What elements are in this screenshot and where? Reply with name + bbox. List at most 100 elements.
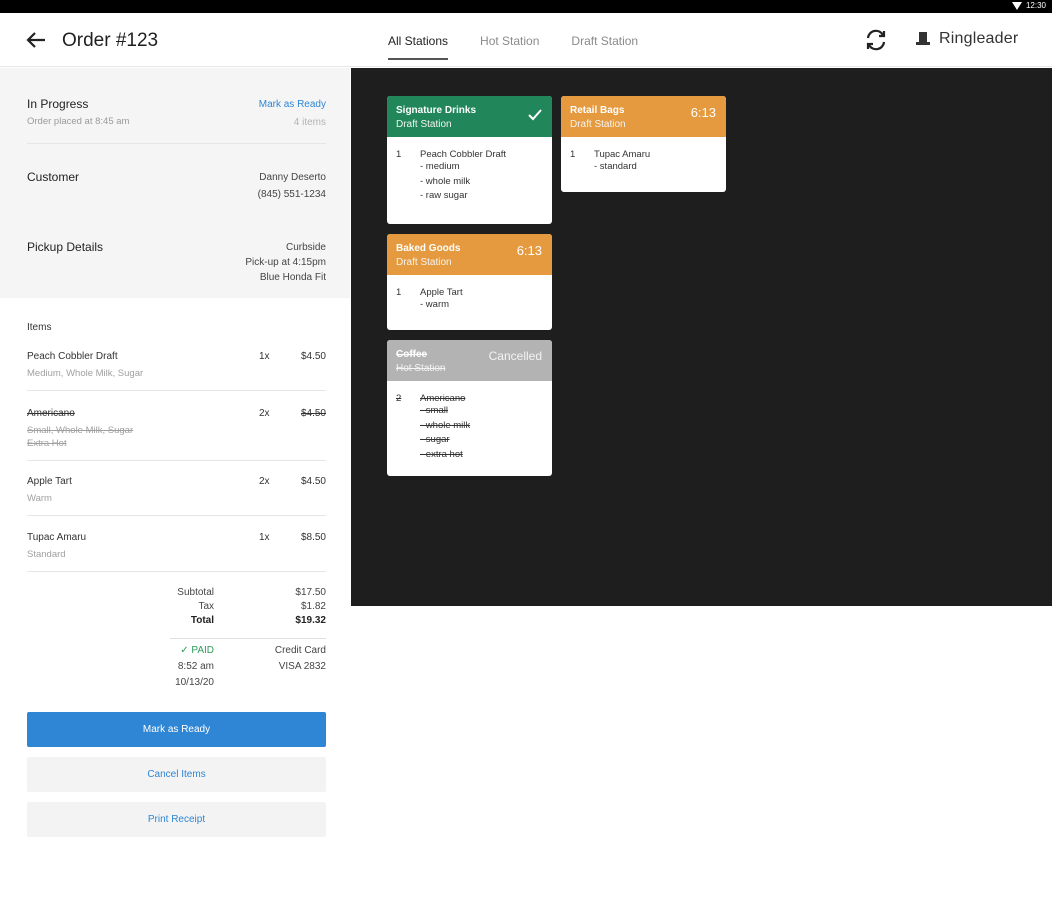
ticket-item-modifier: - standard (594, 161, 637, 172)
list-item[interactable]: Tupac Amaru Standard 1x $8.50 (27, 532, 326, 561)
item-modifiers-line: Extra Hot (27, 438, 67, 449)
items-label: Items (27, 322, 52, 333)
divider (27, 460, 326, 461)
system-status-bar: 12:30 (0, 0, 1052, 13)
check-icon: ✓ (180, 645, 192, 656)
ticket-signature-drinks[interactable]: Signature Drinks Draft Station 1 Peach C… (387, 96, 552, 224)
ticket-body: 2 Americano - small - whole milk - sugar… (387, 381, 552, 470)
paid-date: 10/13/20 (175, 677, 214, 688)
ticket-item-modifier: - raw sugar (420, 190, 468, 201)
ticket-item-qty: 1 (396, 149, 402, 160)
subtotal-value: $17.50 (295, 587, 326, 598)
list-item[interactable]: Peach Cobbler Draft Medium, Whole Milk, … (27, 351, 326, 380)
ticket-retail-bags[interactable]: Retail Bags Draft Station 6:13 1 Tupac A… (561, 96, 726, 192)
tax-value: $1.82 (300, 601, 326, 612)
ticket-baked-goods[interactable]: Baked Goods Draft Station 6:13 1 Apple T… (387, 234, 552, 330)
item-quantity: 2x (259, 476, 270, 487)
item-name: Tupac Amaru (27, 532, 87, 543)
ticket-item-modifier: - whole milk (420, 175, 471, 187)
ticket-header: Retail Bags Draft Station 6:13 (561, 96, 726, 137)
paid-label: PAID (191, 645, 214, 656)
item-quantity: 1x (259, 351, 270, 362)
item-modifiers: Medium, Whole Milk, Sugar (27, 368, 144, 379)
ticket-item-modifier: - extra hot (420, 448, 463, 460)
ticket-item-modifier: - whole milk (420, 419, 471, 431)
list-item[interactable]: Americano Small, Whole Milk, Sugar Extra… (27, 408, 326, 450)
paid-time: 8:52 am (177, 661, 214, 672)
pickup-section: Pickup Details Curbside Pick-up at 4:15p… (27, 240, 326, 283)
ticket-item-name: Peach Cobbler Draft (420, 149, 507, 160)
brand: Ringleader (915, 30, 1018, 48)
item-price: $4.50 (300, 408, 326, 419)
card-info: VISA 2832 (278, 661, 326, 672)
ticket-body: 1 Tupac Amaru - standard (561, 137, 726, 183)
tab-all-stations[interactable]: All Stations (388, 13, 449, 67)
station-tabs: All Stations Hot Station Draft Station (388, 13, 670, 67)
ticket-station: Draft Station (396, 119, 452, 130)
divider (170, 638, 326, 639)
back-arrow-icon[interactable] (24, 29, 48, 51)
status-bar-right: 12:30 (1011, 1, 1046, 10)
subtotal-label: Subtotal (177, 587, 214, 598)
order-status-section: In Progress Order placed at 8:45 am Mark… (27, 97, 326, 128)
divider (27, 515, 326, 516)
pickup-time: Pick-up at 4:15pm (245, 257, 326, 268)
tab-hot-station[interactable]: Hot Station (480, 13, 539, 67)
item-name: Peach Cobbler Draft (27, 351, 118, 362)
ticket-item-modifier: - medium (420, 161, 460, 172)
refresh-icon[interactable] (864, 28, 888, 52)
page-title: Order #123 (62, 30, 159, 51)
item-modifiers: Warm (27, 493, 52, 504)
ticket-station: Draft Station (570, 119, 626, 130)
subtotal-row: Subtotal $17.50 (150, 586, 326, 600)
ticket-timer: 6:13 (690, 105, 716, 120)
item-modifiers-line: Small, Whole Milk, Sugar (27, 425, 134, 436)
divider (27, 143, 326, 144)
item-modifiers: Small, Whole Milk, Sugar Extra Hot (27, 424, 326, 450)
list-item[interactable]: Apple Tart Warm 2x $4.50 (27, 476, 326, 505)
tab-draft-station[interactable]: Draft Station (571, 13, 638, 67)
order-details-panel: In Progress Order placed at 8:45 am Mark… (0, 68, 350, 900)
wifi-icon (1011, 1, 1022, 10)
ticket-board: Signature Drinks Draft Station 1 Peach C… (351, 68, 1052, 606)
item-name: Americano (27, 408, 75, 419)
checkmark-icon[interactable] (528, 108, 542, 121)
pickup-vehicle: Blue Honda Fit (259, 272, 326, 283)
top-app-bar: Order #123 All Stations Hot Station Draf… (0, 13, 1052, 67)
customer-section: Customer Danny Deserto (845) 551-1234 (27, 170, 326, 200)
ticket-item-modifier: - sugar (420, 434, 450, 445)
divider (27, 390, 326, 391)
payment-method: Credit Card VISA 2832 (275, 643, 326, 675)
payment-type: Credit Card (274, 645, 326, 656)
ticket-header: Coffee Hot Station Cancelled (387, 340, 552, 381)
ticket-body: 1 Apple Tart - warm (387, 275, 552, 321)
item-price: $4.50 (300, 351, 326, 362)
order-totals: Subtotal $17.50 Tax $1.82 Total $19.32 (150, 586, 326, 628)
ticket-status: Cancelled (488, 349, 542, 363)
item-modifiers: Standard (27, 549, 66, 560)
ticket-body: 1 Peach Cobbler Draft - medium - whole m… (387, 137, 552, 212)
payment-status: ✓ PAID 8:52 am 10/13/20 (170, 643, 214, 691)
mark-as-ready-button[interactable]: Mark as Ready (27, 712, 326, 747)
customer-name: Danny Deserto (259, 172, 326, 183)
item-name: Apple Tart (27, 476, 72, 487)
pickup-method: Curbside (285, 242, 326, 253)
ticket-header: Baked Goods Draft Station 6:13 (387, 234, 552, 275)
ticket-item-name: Apple Tart (420, 287, 463, 298)
cancel-items-button[interactable]: Cancel Items (27, 757, 326, 792)
ticket-item-modifier: - small (420, 405, 448, 416)
ticket-station: Draft Station (396, 257, 452, 268)
ticket-coffee[interactable]: Coffee Hot Station Cancelled 2 Americano… (387, 340, 552, 476)
paid-badge: ✓ PAID (170, 643, 214, 659)
tax-label: Tax (198, 601, 214, 612)
item-price: $4.50 (300, 476, 326, 487)
ticket-station: Hot Station (396, 363, 446, 374)
item-price: $8.50 (300, 532, 326, 543)
total-row: Total $19.32 (150, 614, 326, 628)
ticket-title: Signature Drinks (396, 105, 477, 116)
ticket-item-qty: 2 (396, 393, 402, 404)
customer-phone: (845) 551-1234 (257, 189, 326, 200)
mark-as-ready-link[interactable]: Mark as Ready (259, 97, 326, 112)
ticket-item-modifier: - warm (420, 299, 450, 310)
print-receipt-button[interactable]: Print Receipt (27, 802, 326, 837)
